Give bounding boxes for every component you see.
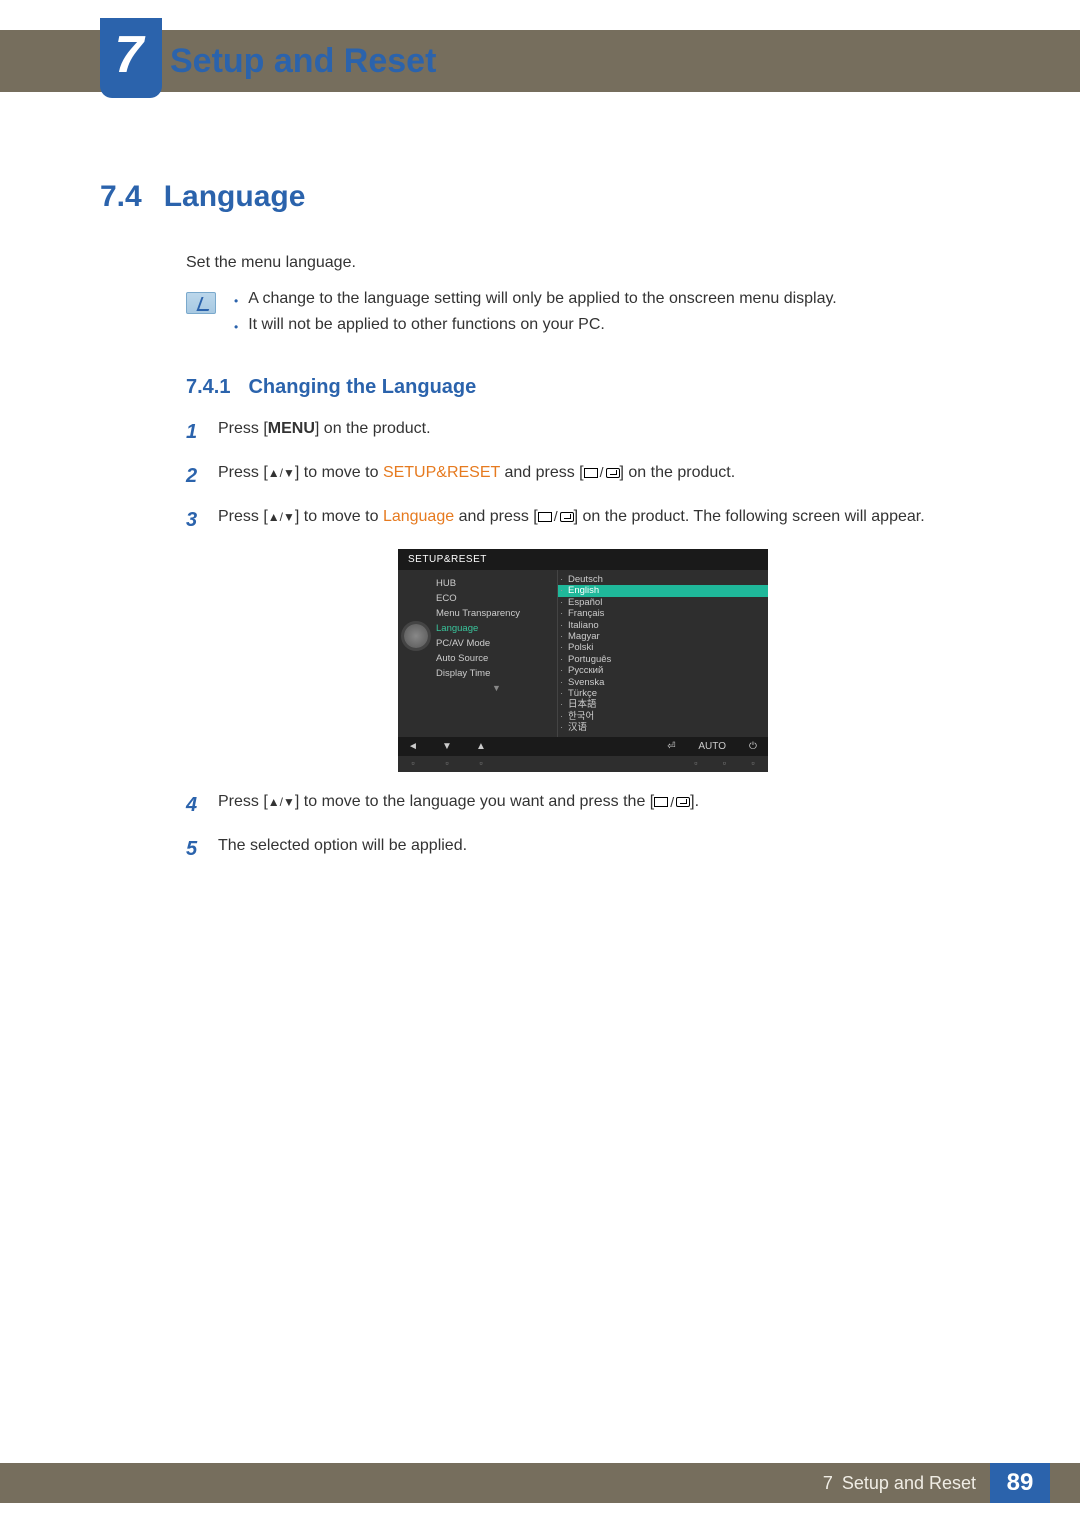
enter-source-icon: / (584, 462, 620, 483)
note-item: It will not be applied to other function… (234, 316, 837, 334)
osd-language-item: Türkçe (558, 688, 768, 699)
osd-language-item: Magyar (558, 631, 768, 642)
more-down-icon: ▼ (436, 683, 557, 693)
section-number: 7.4 (100, 180, 142, 214)
osd-menu-item: Auto Source (436, 651, 557, 666)
osd-menu-item: HUB (436, 576, 557, 591)
osd-menu-item: PC/AV Mode (436, 636, 557, 651)
osd-language-item: Polski (558, 642, 768, 653)
power-icon: ⏻ (746, 741, 760, 752)
osd-button-dots: ▫▫▫ ▫▫▫ (398, 756, 768, 772)
osd-menu-item: Display Time (436, 666, 557, 681)
osd-left-menu: HUBECOMenu TransparencyLanguagePC/AV Mod… (398, 570, 558, 737)
enter-source-icon: / (654, 792, 690, 813)
down-icon: ▼ (440, 741, 454, 752)
chapter-number: 7 (115, 29, 148, 87)
osd-button-bar: ◄ ▼ ▲ ⏎ AUTO ⏻ (398, 737, 768, 756)
back-icon: ◄ (406, 741, 420, 752)
chapter-title: Setup and Reset (170, 42, 436, 81)
step: 2 Press [▲/▼] to move to SETUP&RESET and… (186, 461, 980, 491)
page-content: 7.4 Language Set the menu language. A ch… (100, 180, 980, 878)
footer-chapter-number: 7 (823, 1473, 833, 1493)
subsection-heading: 7.4.1 Changing the Language (186, 376, 980, 399)
step-number: 1 (186, 417, 204, 447)
auto-label: AUTO (698, 741, 726, 752)
section-intro: Set the menu language. (186, 254, 980, 272)
step: 4 Press [▲/▼] to move to the language yo… (186, 790, 980, 820)
step-body: The selected option will be applied. (218, 834, 980, 864)
step-body: Press [▲/▼] to move to Language and pres… (218, 505, 980, 535)
up-down-icon: ▲/▼ (268, 793, 295, 811)
osd-language-item: Italiano (558, 620, 768, 631)
osd-body: HUBECOMenu TransparencyLanguagePC/AV Mod… (398, 570, 768, 737)
osd-language-item: 汉语 (558, 722, 768, 733)
osd-language-item: English (558, 585, 768, 596)
step-body: Press [MENU] on the product. (218, 417, 980, 447)
step: 5 The selected option will be applied. (186, 834, 980, 864)
step-number: 4 (186, 790, 204, 820)
note-list: A change to the language setting will on… (234, 290, 837, 342)
enter-icon: ⏎ (664, 741, 678, 752)
subsection-title: Changing the Language (248, 376, 476, 399)
note-item: A change to the language setting will on… (234, 290, 837, 308)
step-number: 2 (186, 461, 204, 491)
step-number: 5 (186, 834, 204, 864)
step: 3 Press [▲/▼] to move to Language and pr… (186, 505, 980, 535)
enter-source-icon: / (538, 506, 574, 527)
osd-screenshot: SETUP&RESET HUBECOMenu TransparencyLangu… (398, 549, 768, 772)
footer-bar: 7 Setup and Reset 89 (0, 1463, 1080, 1503)
gear-icon (404, 624, 428, 648)
note-icon (186, 292, 216, 314)
step-body: Press [▲/▼] to move to SETUP&RESET and p… (218, 461, 980, 491)
osd-language-item: Русский (558, 665, 768, 676)
page-number: 89 (990, 1463, 1050, 1503)
section-heading: 7.4 Language (100, 180, 980, 214)
osd-menu-item: ECO (436, 591, 557, 606)
chapter-badge: 7 (100, 18, 162, 98)
osd-menu-item: Language (436, 621, 557, 636)
osd-language-item: 日本語 (558, 699, 768, 710)
up-icon: ▲ (474, 741, 488, 752)
osd-title: SETUP&RESET (398, 549, 768, 570)
section-title: Language (164, 180, 306, 214)
osd-language-item: Español (558, 597, 768, 608)
note-block: A change to the language setting will on… (186, 290, 980, 342)
osd-language-list: DeutschEnglishEspañolFrançaisItalianoMag… (558, 570, 768, 737)
up-down-icon: ▲/▼ (268, 508, 295, 526)
steps-list: 1 Press [MENU] on the product. 2 Press [… (186, 417, 980, 864)
step: 1 Press [MENU] on the product. (186, 417, 980, 447)
osd-language-item: Deutsch (558, 574, 768, 585)
up-down-icon: ▲/▼ (268, 464, 295, 482)
step-body: Press [▲/▼] to move to the language you … (218, 790, 980, 820)
osd-language-item: 한국어 (558, 711, 768, 722)
subsection-number: 7.4.1 (186, 376, 230, 399)
osd-menu-item: Menu Transparency (436, 606, 557, 621)
footer-chapter-title: Setup and Reset (842, 1473, 976, 1493)
osd-language-item: Svenska (558, 677, 768, 688)
menu-button-label: MENU (268, 420, 315, 437)
osd-language-item: Français (558, 608, 768, 619)
setup-reset-keyword: SETUP&RESET (383, 464, 500, 481)
osd-language-item: Português (558, 654, 768, 665)
language-keyword: Language (383, 508, 454, 525)
top-bar: Setup and Reset (0, 30, 1080, 92)
step-number: 3 (186, 505, 204, 535)
